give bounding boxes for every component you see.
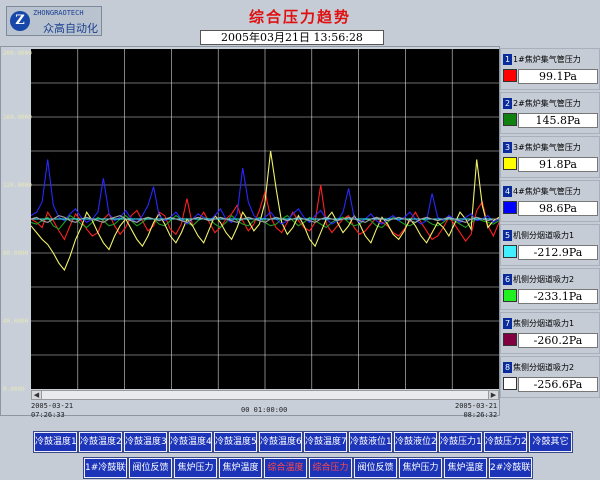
pen-item-7[interactable]: 7 焦侧分烟道吸力1 -260.2Pa	[500, 312, 600, 354]
pen-name: 焦侧分烟道吸力1	[513, 319, 575, 328]
nav-button[interactable]: 焦炉温度	[218, 457, 263, 479]
y-tick-label: 40.0000	[3, 318, 29, 325]
pen-color-swatch	[503, 377, 517, 390]
pen-name: 1#焦炉集气管压力	[513, 55, 581, 64]
pen-value: -260.2Pa	[518, 333, 598, 348]
pen-index: 4	[503, 186, 512, 197]
pen-item-4[interactable]: 4 4#焦炉集气管压力 98.6Pa	[500, 180, 600, 222]
pen-value: 91.8Pa	[518, 157, 598, 172]
pen-index: 5	[503, 230, 512, 241]
title-bar: Z ZHONGRAOTECH 众高自动化 综合压力趋势 2005年03月21日 …	[0, 0, 600, 46]
page-title: 综合压力趋势	[248, 8, 351, 26]
pen-item-8[interactable]: 8 焦侧分烟道吸力2 -256.6Pa	[500, 356, 600, 398]
y-tick-label: 80.0000	[3, 250, 29, 257]
pen-color-swatch	[503, 157, 517, 170]
nav-button[interactable]: 冷鼓温度3	[123, 431, 168, 453]
datetime-display: 2005年03月21日 13:56:28	[200, 30, 384, 45]
pen-name: 机侧分烟道吸力1	[513, 231, 575, 240]
pen-value: 145.8Pa	[518, 113, 598, 128]
scroll-left-arrow-icon[interactable]: ◀	[32, 391, 42, 399]
nav-button[interactable]: 冷鼓温度1	[33, 431, 78, 453]
trend-chart-frame: 200.0000 160.0000 120.0000 80.0000 40.0000 0.…	[0, 46, 500, 419]
pen-color-swatch	[503, 69, 517, 82]
nav-button[interactable]: 冷鼓温度2	[78, 431, 123, 453]
nav-button[interactable]: 冷鼓压力1	[438, 431, 483, 453]
nav-button[interactable]: 阀位反馈	[128, 457, 173, 479]
pen-value: -233.1Pa	[518, 289, 598, 304]
nav-button[interactable]: 冷鼓其它	[528, 431, 573, 453]
nav-button[interactable]: 冷鼓压力2	[483, 431, 528, 453]
pen-index: 2	[503, 98, 512, 109]
pen-name: 2#焦炉集气管压力	[513, 99, 581, 108]
time-scrollbar[interactable]: ◀ ▶	[31, 390, 499, 400]
pen-value: -212.9Pa	[518, 245, 598, 260]
pen-index: 7	[503, 318, 512, 329]
pen-item-3[interactable]: 3 3#焦炉集气管压力 91.8Pa	[500, 136, 600, 178]
nav-button[interactable]: 冷鼓温度6	[258, 431, 303, 453]
pen-name: 焦侧分烟道吸力2	[513, 363, 575, 372]
nav-button[interactable]: 冷鼓液位1	[348, 431, 393, 453]
trend-chart[interactable]	[31, 49, 499, 389]
nav-button[interactable]: 综合压力	[308, 457, 353, 479]
pen-color-swatch	[503, 245, 517, 258]
nav-button[interactable]: 1#冷鼓联锁	[83, 457, 128, 479]
nav-button[interactable]: 2#冷鼓联锁	[488, 457, 533, 479]
nav-button[interactable]: 冷鼓温度4	[168, 431, 213, 453]
pen-item-6[interactable]: 6 机侧分烟道吸力2 -233.1Pa	[500, 268, 600, 310]
y-tick-label: 200.0000	[3, 50, 32, 57]
scroll-right-arrow-icon[interactable]: ▶	[488, 391, 498, 399]
nav-button[interactable]: 综合温度	[263, 457, 308, 479]
y-tick-label: 120.0000	[3, 182, 32, 189]
nav-button[interactable]: 焦炉压力	[398, 457, 443, 479]
pen-color-swatch	[503, 113, 517, 126]
pen-value: -256.6Pa	[518, 377, 598, 392]
pen-index: 8	[503, 362, 512, 373]
nav-button[interactable]: 焦炉压力	[173, 457, 218, 479]
nav-button[interactable]: 阀位反馈	[353, 457, 398, 479]
y-tick-label: 160.0000	[3, 114, 32, 121]
nav-button[interactable]: 冷鼓液位2	[393, 431, 438, 453]
pen-name: 4#焦炉集气管压力	[513, 187, 581, 196]
pen-item-2[interactable]: 2 2#焦炉集气管压力 145.8Pa	[500, 92, 600, 134]
nav-button[interactable]: 焦炉温度	[443, 457, 488, 479]
pen-name: 3#焦炉集气管压力	[513, 143, 581, 152]
pen-color-swatch	[503, 333, 517, 346]
navigation-buttons: 冷鼓温度1 冷鼓温度2 冷鼓温度3 冷鼓温度4 冷鼓温度5 冷鼓温度6 冷鼓温度7 冷鼓液位1…	[0, 418, 600, 480]
x-axis-span: 00 01:00:00	[241, 406, 288, 414]
nav-button[interactable]: 冷鼓温度7	[303, 431, 348, 453]
pen-color-swatch	[503, 289, 517, 302]
pen-name: 机侧分烟道吸力2	[513, 275, 575, 284]
pen-value: 99.1Pa	[518, 69, 598, 84]
pen-legend-panel: 1 1#焦炉集气管压力 99.1Pa 2 2#焦炉集气管压力 145.8Pa 3 3#焦炉集气…	[500, 48, 600, 418]
x-end-date: 2005-03-21	[455, 402, 498, 410]
pen-item-5[interactable]: 5 机侧分烟道吸力1 -212.9Pa	[500, 224, 600, 266]
nav-button[interactable]: 冷鼓温度5	[213, 431, 258, 453]
pen-index: 3	[503, 142, 512, 153]
x-start-date: 2005-03-21	[31, 402, 74, 410]
pen-index: 1	[503, 54, 512, 65]
pen-item-1[interactable]: 1 1#焦炉集气管压力 99.1Pa	[500, 48, 600, 90]
pen-value: 98.6Pa	[518, 201, 598, 216]
pen-index: 6	[503, 274, 512, 285]
y-tick-label: 0.0000	[3, 386, 25, 393]
pen-color-swatch	[503, 201, 517, 214]
